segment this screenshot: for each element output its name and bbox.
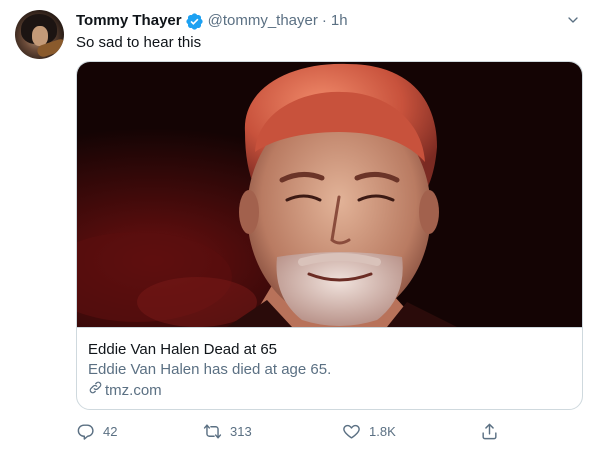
card-domain: tmz.com bbox=[88, 380, 573, 401]
timestamp[interactable]: 1h bbox=[331, 11, 348, 31]
action-bar: 42 313 1.8K bbox=[76, 420, 583, 442]
verified-badge-icon bbox=[185, 12, 204, 31]
card-image[interactable] bbox=[77, 62, 583, 327]
like-button[interactable]: 1.8K bbox=[342, 420, 396, 442]
share-button[interactable] bbox=[480, 420, 507, 442]
tweet-text: So sad to hear this bbox=[76, 34, 202, 51]
chevron-down-icon[interactable] bbox=[563, 10, 583, 30]
separator: · bbox=[321, 12, 327, 29]
avatar[interactable] bbox=[15, 10, 64, 59]
reply-count: 42 bbox=[103, 423, 118, 439]
tweet-header: Tommy Thayer @tommy_thayer · 1h bbox=[76, 11, 348, 31]
retweet-count: 313 bbox=[230, 423, 252, 439]
tweet[interactable]: Tommy Thayer @tommy_thayer · 1h So sad t… bbox=[0, 0, 597, 453]
card-domain-text: tmz.com bbox=[105, 381, 162, 399]
card-description: Eddie Van Halen has died at age 65. bbox=[88, 361, 332, 378]
link-icon bbox=[88, 380, 105, 401]
heart-icon bbox=[343, 424, 360, 439]
author-name[interactable]: Tommy Thayer bbox=[76, 11, 182, 31]
reply-button[interactable]: 42 bbox=[76, 420, 117, 442]
card-title: Eddie Van Halen Dead at 65 bbox=[88, 341, 278, 358]
link-card[interactable]: Eddie Van Halen Dead at 65 Eddie Van Hal… bbox=[76, 61, 583, 410]
reply-icon bbox=[77, 423, 94, 440]
retweet-button[interactable]: 313 bbox=[203, 420, 252, 442]
share-icon bbox=[482, 423, 497, 439]
retweet-icon bbox=[203, 423, 222, 439]
card-meta[interactable]: Eddie Van Halen Dead at 65 Eddie Van Hal… bbox=[77, 327, 582, 409]
author-handle[interactable]: @tommy_thayer bbox=[208, 11, 318, 31]
like-count: 1.8K bbox=[369, 423, 396, 439]
